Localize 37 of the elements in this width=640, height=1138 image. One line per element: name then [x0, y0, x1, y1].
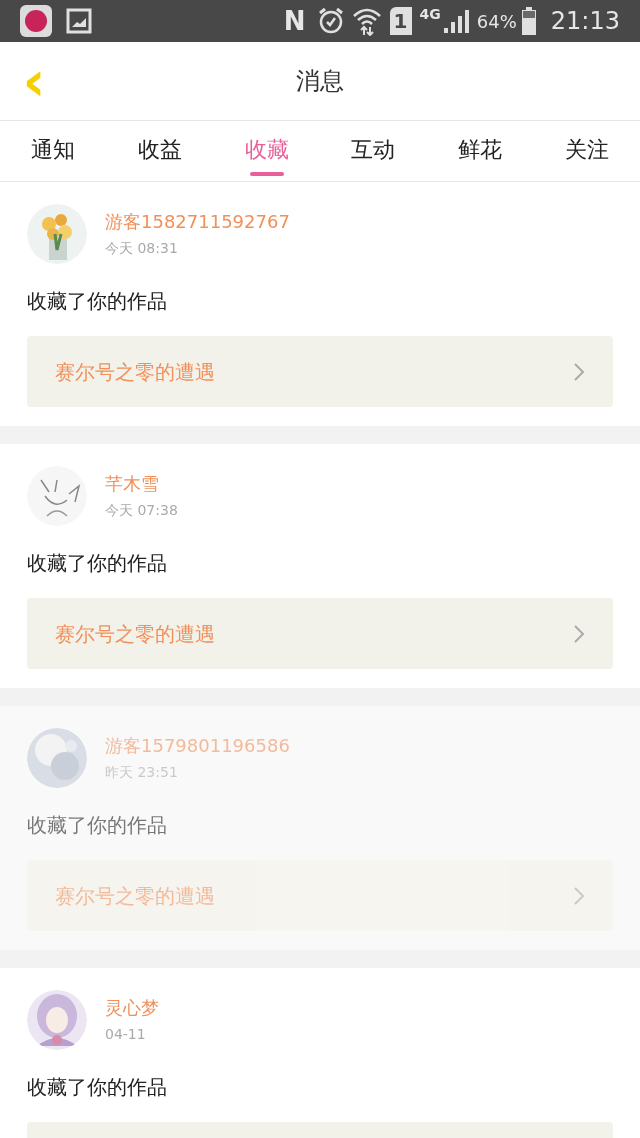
sim-indicator: 1 — [389, 7, 412, 35]
message-card[interactable]: 灵心梦 04-11 收藏了你的作品 — [0, 968, 640, 1138]
chevron-right-icon — [573, 361, 585, 382]
tab[interactable]: 互动 — [320, 121, 427, 181]
work-title: 赛尔号之零的遭遇 — [55, 358, 215, 386]
user-name[interactable]: 灵心梦 — [105, 996, 159, 1020]
battery-level: 64% — [476, 9, 517, 34]
message-text: 收藏了你的作品 — [27, 1074, 167, 1100]
message-card[interactable]: 芊木雪 今天 07:38 收藏了你的作品 赛尔号之零的遭遇 — [0, 444, 640, 688]
timestamp: 今天 07:38 — [105, 501, 178, 520]
tab[interactable]: 鲜花 — [426, 121, 534, 181]
work-title: 赛尔号之零的遭遇 — [55, 882, 215, 910]
message-card[interactable]: 游客1582711592767 今天 08:31 收藏了你的作品 赛尔号之零的遭遇 — [0, 182, 640, 426]
gallery-icon — [66, 8, 92, 34]
tab[interactable]: 收藏 — [213, 121, 320, 181]
chevron-right-icon — [573, 623, 585, 644]
network-type: 4G — [419, 5, 441, 24]
chevron-right-icon — [573, 885, 585, 906]
message-text: 收藏了你的作品 — [27, 812, 167, 838]
message-text: 收藏了你的作品 — [27, 288, 167, 314]
message-text: 收藏了你的作品 — [27, 550, 167, 576]
user-name[interactable]: 芊木雪 — [105, 472, 178, 496]
alarm-icon — [317, 7, 344, 35]
tab[interactable]: 收益 — [106, 121, 214, 181]
battery-icon — [520, 7, 537, 35]
timestamp: 04-11 — [105, 1025, 147, 1044]
page-title: 消息 — [296, 66, 344, 97]
nfc-indicator: N — [283, 8, 306, 34]
tab[interactable]: 通知 — [0, 121, 107, 181]
tab[interactable]: 关注 — [533, 121, 640, 181]
signal-icon — [442, 8, 471, 34]
timestamp: 今天 08:31 — [105, 239, 179, 258]
clock: 21:13 — [550, 6, 620, 37]
user-name[interactable]: 游客1582711592767 — [105, 210, 290, 234]
wifi-icon — [351, 6, 382, 36]
app-icon — [20, 5, 52, 37]
work-title: 赛尔号之零的遭遇 — [55, 620, 215, 648]
